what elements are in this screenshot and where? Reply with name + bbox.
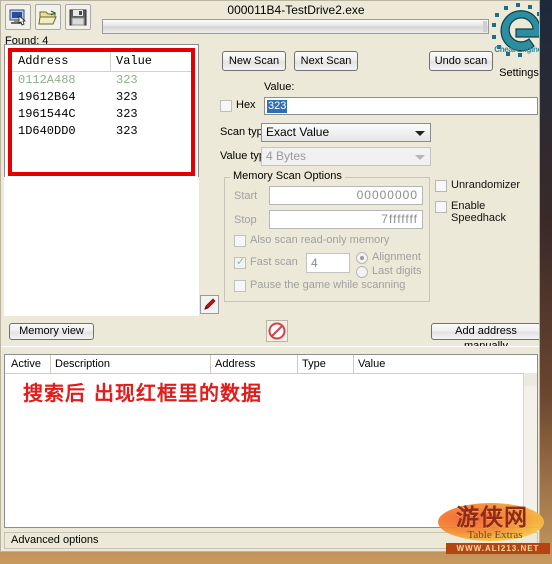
pause-game-checkbox[interactable]: [234, 280, 246, 292]
fast-scan-alignment-input[interactable]: 4: [306, 253, 350, 273]
results-rows: 0112A488 323 19612B64 323 1961544C 323 1…: [12, 72, 191, 172]
speedhack-label: Enable Speedhack: [451, 200, 507, 224]
scan-type-value: Exact Value: [266, 125, 330, 139]
unrandomizer-label: Unrandomizer: [451, 179, 521, 191]
site-watermark: 游侠网 Table Extras WWW.ALI213.NET: [430, 489, 552, 561]
settings-label[interactable]: Settings: [488, 67, 539, 79]
memory-scan-options-title: Memory Scan Options: [230, 170, 345, 182]
results-header-row: Address Value: [12, 52, 191, 72]
save-floppy-icon[interactable]: [65, 4, 91, 30]
add-address-manually-button[interactable]: Add address manually: [431, 323, 539, 352]
scan-value-input[interactable]: 323: [264, 97, 538, 115]
result-row[interactable]: 1D640DD0 323: [12, 123, 191, 140]
column-separator[interactable]: [210, 355, 211, 373]
column-type[interactable]: Type: [302, 358, 326, 370]
column-active[interactable]: Active: [11, 358, 41, 370]
process-select-icon[interactable]: [5, 4, 31, 30]
start-label: Start: [234, 190, 258, 202]
result-value: 323: [116, 90, 138, 104]
column-value[interactable]: Value: [358, 358, 385, 370]
results-column-value[interactable]: Value: [116, 54, 152, 68]
hex-checkbox[interactable]: [220, 100, 232, 112]
panel-splitter[interactable]: [1, 346, 539, 354]
fast-scan-checkbox[interactable]: ✓: [234, 257, 246, 269]
result-row[interactable]: 1961544C 323: [12, 106, 191, 123]
check-mark-icon: ✓: [236, 256, 246, 268]
annotation-text: 搜索后 出现红框里的数据: [23, 381, 262, 405]
scan-readonly-checkbox[interactable]: [234, 235, 246, 247]
value-type-dropdown[interactable]: 4 Bytes: [261, 147, 431, 166]
result-address: 19612B64: [18, 90, 76, 104]
open-folder-icon[interactable]: [35, 4, 61, 30]
result-value: 323: [116, 73, 138, 87]
scan-value-text: 323: [267, 100, 288, 113]
undo-scan-button[interactable]: Undo scan: [429, 51, 493, 71]
scan-results-highlight-box: Address Value 0112A488 323 19612B64 323 …: [8, 48, 195, 176]
result-value: 323: [116, 124, 138, 138]
main-toolbar: 000011B4-TestDrive2.exe Cheat Engine Set…: [1, 1, 539, 79]
new-scan-button[interactable]: New Scan: [222, 51, 286, 71]
red-pointer-icon[interactable]: [200, 295, 219, 314]
window-title: 000011B4-TestDrive2.exe: [227, 3, 365, 17]
watermark-sub-text: Table Extras: [467, 529, 523, 541]
start-address-input[interactable]: 00000000: [269, 186, 423, 205]
address-table-header: Active Description Address Type Value: [5, 355, 537, 374]
scroll-up-icon[interactable]: [524, 373, 537, 386]
speedhack-checkbox[interactable]: [435, 201, 447, 213]
scan-readonly-label: Also scan read-only memory: [250, 234, 390, 246]
scan-type-dropdown[interactable]: Exact Value: [261, 123, 431, 142]
chevron-down-icon: [415, 155, 425, 160]
chevron-down-icon: [415, 131, 425, 136]
alignment-radio[interactable]: [356, 252, 368, 264]
alignment-label: Alignment: [372, 251, 421, 263]
cheat-engine-window: 000011B4-TestDrive2.exe Cheat Engine Set…: [0, 0, 540, 552]
watermark-cn-text: 游侠网: [456, 505, 528, 531]
column-description[interactable]: Description: [55, 358, 110, 370]
value-label: Value:: [264, 81, 295, 93]
result-row[interactable]: 19612B64 323: [12, 89, 191, 106]
last-digits-label: Last digits: [372, 265, 422, 277]
result-value: 323: [116, 107, 138, 121]
fast-scan-label: Fast scan: [250, 256, 298, 268]
stop-label: Stop: [234, 214, 257, 226]
result-row[interactable]: 0112A488 323: [12, 72, 191, 89]
scan-progress-bar: [102, 19, 489, 34]
header-separator: [110, 52, 111, 71]
column-separator[interactable]: [353, 355, 354, 373]
results-column-address[interactable]: Address: [18, 54, 68, 68]
last-digits-radio[interactable]: [356, 266, 368, 278]
value-type-value: 4 Bytes: [266, 149, 307, 163]
watermark-url-text: WWW.ALI213.NET: [446, 543, 550, 554]
result-address: 1D640DD0: [18, 124, 76, 138]
result-address: 1961544C: [18, 107, 76, 121]
memory-view-button[interactable]: Memory view: [9, 323, 94, 340]
no-entry-stop-icon[interactable]: [266, 320, 288, 342]
column-separator[interactable]: [50, 355, 51, 373]
pause-game-label: Pause the game while scanning: [250, 279, 406, 291]
stop-address-input[interactable]: 7fffffff: [269, 210, 423, 229]
radio-dot-icon: [360, 256, 364, 260]
column-separator[interactable]: [297, 355, 298, 373]
unrandomizer-checkbox[interactable]: [435, 180, 447, 192]
results-empty-area: [4, 177, 199, 316]
next-scan-button[interactable]: Next Scan: [294, 51, 358, 71]
cheat-engine-logo-text: Cheat Engine: [494, 45, 540, 54]
column-address[interactable]: Address: [215, 358, 255, 370]
hex-label: Hex: [236, 99, 256, 111]
result-address: 0112A488: [18, 73, 76, 87]
